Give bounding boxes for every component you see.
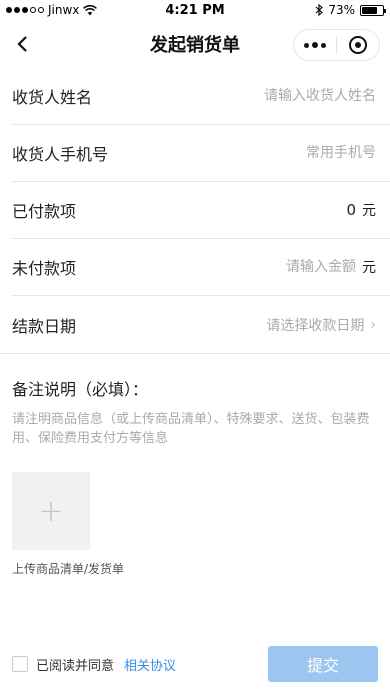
receiver-phone-row: 收货人手机号: [12, 125, 390, 182]
settle-date-row[interactable]: 结款日期 请选择收款日期 ›: [12, 296, 390, 353]
plus-icon: +: [38, 493, 64, 529]
close-miniprogram-button[interactable]: [337, 30, 379, 60]
status-bar: Jinwx 4:21 PM 73%: [0, 0, 390, 20]
settle-date-right: 请选择收款日期 ›: [266, 315, 376, 335]
back-icon: [17, 36, 27, 52]
receiver-phone-label: 收货人手机号: [12, 145, 109, 164]
paid-label: 已付款项: [12, 202, 77, 221]
back-button[interactable]: [10, 32, 34, 56]
settle-date-label: 结款日期: [12, 316, 77, 336]
agree-checkbox[interactable]: [12, 656, 28, 672]
more-icon: [304, 42, 326, 48]
unpaid-right: 元: [236, 257, 376, 277]
nav-bar: 发起销货单: [0, 20, 390, 68]
bluetooth-icon: [315, 4, 324, 16]
chevron-right-icon: ›: [370, 316, 376, 333]
receiver-name-right: [176, 88, 376, 104]
capsule-menu: [293, 29, 380, 61]
status-time: 4:21 PM: [165, 2, 225, 18]
upload-caption: 上传商品清单/发货单: [12, 562, 125, 576]
upload-button[interactable]: +: [12, 472, 90, 550]
agree-text: 已阅读并同意: [36, 658, 115, 674]
form: 收货人姓名 收货人手机号 已付款项 0 元 未付款项 元 结款日期 请选择收款日…: [0, 68, 390, 353]
page-title: 发起销货单: [150, 35, 240, 56]
unpaid-row: 未付款项 元: [12, 239, 390, 296]
footer: 已阅读并同意 相关协议 提交: [0, 634, 390, 694]
unpaid-amount-input[interactable]: [236, 259, 356, 275]
remark-textarea[interactable]: 请注明商品信息（或上传商品清单）、特殊要求、送货、包装费用、保险费用支付方等信息: [12, 410, 378, 448]
receiver-name-label: 收货人姓名: [12, 88, 93, 107]
remark-title: 备注说明（必填）：: [12, 380, 149, 399]
remark-section: 备注说明（必填）： 请注明商品信息（或上传商品清单）、特殊要求、送货、包装费用、…: [0, 353, 390, 577]
paid-right: 0 元: [346, 200, 376, 220]
receiver-phone-right: [176, 145, 376, 161]
unpaid-unit: 元: [362, 260, 376, 276]
status-right: 73%: [315, 3, 386, 17]
carrier-name: Jinwx: [48, 3, 80, 17]
paid-unit: 元: [362, 203, 376, 219]
receiver-name-row: 收货人姓名: [12, 68, 390, 125]
unpaid-label: 未付款项: [12, 259, 77, 278]
signal-icon: [6, 7, 44, 13]
target-icon: [349, 36, 367, 54]
battery-icon: [360, 4, 386, 16]
agreement: 已阅读并同意 相关协议: [12, 655, 176, 674]
settle-date-placeholder: 请选择收款日期: [266, 317, 365, 334]
wifi-icon: [83, 4, 98, 15]
agreement-link[interactable]: 相关协议: [124, 655, 176, 674]
paid-value: 0: [346, 201, 356, 219]
submit-button[interactable]: 提交: [268, 646, 378, 682]
more-button[interactable]: [294, 30, 336, 60]
status-left: Jinwx: [6, 3, 98, 17]
paid-row: 已付款项 0 元: [12, 182, 390, 239]
receiver-phone-input[interactable]: [176, 145, 376, 161]
battery-percent: 73%: [328, 3, 355, 17]
battery-fill: [362, 6, 377, 14]
receiver-name-input[interactable]: [176, 88, 376, 104]
